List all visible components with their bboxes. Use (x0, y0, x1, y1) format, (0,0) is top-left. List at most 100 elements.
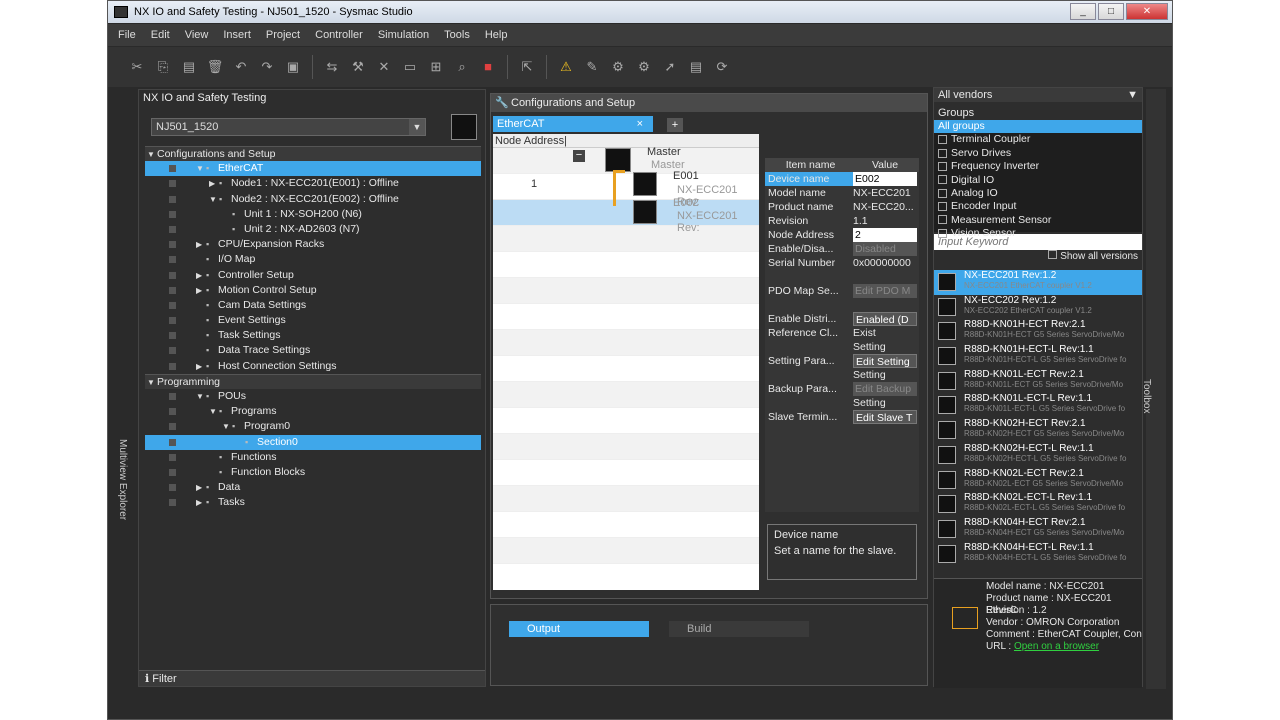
tab-build[interactable]: Build (669, 621, 809, 637)
property-row[interactable] (765, 270, 919, 284)
menu-simulation[interactable]: Simulation (378, 29, 429, 41)
tree-item[interactable]: ▶ ▪ Node1 : NX-ECC201(E001) : Offline (145, 176, 481, 191)
property-row[interactable]: Enable Distri... Enabled (D (765, 312, 919, 326)
stop-icon[interactable]: ■ (477, 56, 499, 78)
group-item[interactable]: Vision Sensor (934, 227, 1142, 240)
online-icon[interactable]: ⇱ (516, 56, 538, 78)
controller-select[interactable]: NJ501_1520 ▼ (151, 118, 426, 136)
multiview-strip[interactable]: Multiview Explorer (117, 89, 138, 689)
filter-bar[interactable]: ℹ Filter (139, 670, 485, 686)
expand-toggle-icon[interactable]: ▶ (196, 495, 206, 510)
property-row[interactable]: Model name NX-ECC201 (765, 186, 919, 200)
tree-item[interactable]: ▼ ▪ POUs (145, 389, 481, 404)
group-checkbox[interactable] (938, 135, 947, 145)
group-item[interactable]: Terminal Coupler (934, 133, 1142, 146)
tree-item[interactable]: ▼ Programming (145, 373, 481, 389)
tree-item[interactable]: ▼ ▪ Program0 (145, 419, 481, 434)
tree-item[interactable]: ▪ I/O Map (145, 252, 481, 267)
node1-icon[interactable] (633, 172, 657, 196)
property-row[interactable]: Serial Number 0x00000000 (765, 256, 919, 270)
expand-toggle-icon[interactable]: ▼ (222, 419, 232, 434)
sim-stop-icon[interactable]: ⚙ (633, 56, 655, 78)
expand-toggle-icon[interactable]: ▶ (209, 176, 219, 191)
menu-tools[interactable]: Tools (444, 29, 470, 41)
tree-item[interactable]: ▶ ▪ Data (145, 480, 481, 495)
device-item[interactable]: R88D-KN02H-ECT-L Rev:1.1 R88D-KN02H-ECT-L… (934, 443, 1142, 468)
tree-item[interactable]: ▶ ▪ Motion Control Setup (145, 283, 481, 298)
tree-item[interactable]: ▪ Function Blocks (145, 465, 481, 480)
close-button[interactable]: ✕ (1126, 3, 1168, 20)
property-value[interactable]: Edit Backup (853, 382, 917, 396)
device-item[interactable]: R88D-KN01L-ECT Rev:2.1 R88D-KN01L-ECT G5 … (934, 369, 1142, 394)
property-row[interactable]: Setting (765, 368, 919, 382)
refresh-icon[interactable]: ⟳ (711, 56, 733, 78)
expand-toggle-icon[interactable]: ▼ (209, 404, 219, 419)
property-row[interactable] (765, 298, 919, 312)
step-icon[interactable]: ➚ (659, 56, 681, 78)
paste-icon[interactable]: ▤ (178, 56, 200, 78)
property-row[interactable]: Slave Termin... Edit Slave T (765, 410, 919, 424)
device-item[interactable]: NX-ECC202 Rev:1.2 NX-ECC202 EtherCAT coup… (934, 295, 1142, 320)
simulate-icon[interactable]: ⚙ (607, 56, 629, 78)
tree-item[interactable]: ▶ ▪ Host Connection Settings (145, 359, 481, 374)
tree-item[interactable]: ▼ ▪ Node2 : NX-ECC201(E002) : Offline (145, 192, 481, 207)
menu-controller[interactable]: Controller (315, 29, 363, 41)
pause-icon[interactable]: ▤ (685, 56, 707, 78)
warning-icon[interactable]: ⚠ (555, 56, 577, 78)
group-checkbox[interactable] (938, 148, 947, 158)
find-icon[interactable]: ⌕ (451, 56, 473, 78)
chevron-down-icon[interactable]: ▼ (1127, 88, 1138, 102)
device-item[interactable]: R88D-KN02H-ECT Rev:2.1 R88D-KN02H-ECT G5 … (934, 418, 1142, 443)
network-view[interactable]: Node Address| − Master Master 1 E001 NX-… (493, 134, 759, 590)
group-checkbox[interactable] (938, 188, 947, 198)
group-checkbox[interactable] (938, 215, 947, 225)
vendor-select[interactable]: All vendors ▼ (934, 88, 1142, 102)
menu-insert[interactable]: Insert (223, 29, 251, 41)
expand-toggle-icon[interactable]: ▶ (196, 283, 206, 298)
toolbox-strip[interactable]: Toolbox (1141, 89, 1166, 689)
property-row[interactable]: Revision 1.1 (765, 214, 919, 228)
open-browser-link[interactable]: Open on a browser (1014, 641, 1099, 652)
transfer-icon[interactable]: ⇆ (321, 56, 343, 78)
tab-ethercat[interactable]: EtherCAT × (493, 116, 653, 132)
device-item[interactable]: R88D-KN04H-ECT-L Rev:1.1 R88D-KN04H-ECT-L… (934, 542, 1142, 567)
group-item[interactable]: All groups (934, 120, 1142, 134)
group-checkbox[interactable] (938, 161, 947, 171)
compare-icon[interactable]: ✕ (373, 56, 395, 78)
menu-project[interactable]: Project (266, 29, 300, 41)
property-row[interactable]: Setting (765, 340, 919, 354)
property-row[interactable]: Reference Cl... Exist (765, 326, 919, 340)
group-item[interactable]: Encoder Input (934, 200, 1142, 213)
device-item[interactable]: R88D-KN04H-ECT Rev:2.1 R88D-KN04H-ECT G5 … (934, 517, 1142, 542)
menu-help[interactable]: Help (485, 29, 508, 41)
property-value[interactable]: E002 (853, 172, 917, 186)
cross-ref-icon[interactable]: ⊞ (425, 56, 447, 78)
expand-toggle-icon[interactable]: ▶ (196, 268, 206, 283)
property-row[interactable]: Product name NX-ECC20... (765, 200, 919, 214)
collapse-icon[interactable]: − (573, 150, 585, 162)
device-item[interactable]: R88D-KN02L-ECT Rev:2.1 R88D-KN02L-ECT G5 … (934, 468, 1142, 493)
master-icon[interactable] (605, 148, 631, 172)
property-row[interactable]: Device name E002 (765, 172, 919, 186)
copy-icon[interactable]: ⎘ (152, 56, 174, 78)
property-value[interactable]: Enabled (D (853, 312, 917, 326)
property-value[interactable]: Edit Slave T (853, 410, 917, 424)
property-value[interactable]: Edit Setting (853, 354, 917, 368)
property-row[interactable]: Enable/Disa... Disabled (765, 242, 919, 256)
property-value[interactable]: 2 (853, 228, 917, 242)
delete-icon[interactable]: 🗑 (204, 56, 226, 78)
property-value[interactable]: Edit PDO M (853, 284, 917, 298)
property-value[interactable]: Disabled (853, 242, 917, 256)
add-tab-button[interactable]: + (667, 118, 683, 132)
expand-toggle-icon[interactable]: ▼ (147, 147, 157, 162)
minimize-button[interactable]: _ (1070, 3, 1096, 20)
group-item[interactable]: Servo Drives (934, 147, 1142, 160)
device-item[interactable]: NX-ECC201 Rev:1.2 NX-ECC201 EtherCAT coup… (934, 270, 1142, 295)
tree-item[interactable]: ▼ Configurations and Setup (145, 146, 481, 162)
device-item[interactable]: R88D-KN02L-ECT-L Rev:1.1 R88D-KN02L-ECT-L… (934, 492, 1142, 517)
menu-file[interactable]: File (118, 29, 136, 41)
tree-item[interactable]: ▼ ▪ EtherCAT (145, 161, 481, 177)
tree-item[interactable]: ▪ Unit 1 : NX-SOH200 (N6) (145, 207, 481, 222)
group-item[interactable]: Digital IO (934, 174, 1142, 187)
menu-view[interactable]: View (185, 29, 209, 41)
